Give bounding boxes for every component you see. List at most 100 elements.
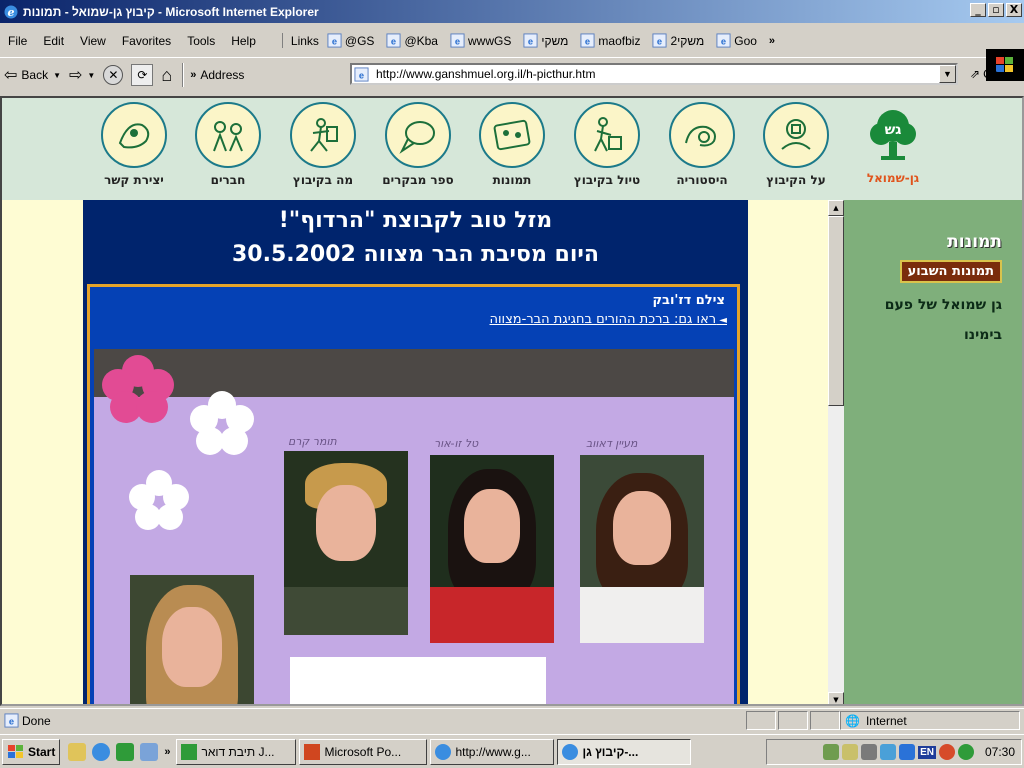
link-item[interactable]: e @GS xyxy=(327,33,374,48)
link-item[interactable]: e Goo xyxy=(716,33,757,48)
network-icon[interactable] xyxy=(823,744,840,760)
quick-launch-overflow[interactable]: » xyxy=(164,746,170,758)
nav-about[interactable]: על הקיבוץ xyxy=(760,102,832,187)
side-item-old-days[interactable]: גן שמואל של פעם xyxy=(844,297,1002,313)
site-navigation: יצירת קשר חברים מה בקיבוץ ספר מבקרים תמו… xyxy=(2,98,1022,200)
menu-tools[interactable]: Tools xyxy=(179,34,223,48)
links-bar: Links e @GS e @Kba e wwwGS e משקי e maofbiz e… xyxy=(281,33,785,48)
logo-caption: גן-שמואל xyxy=(866,171,920,185)
ie-page-icon: e xyxy=(716,33,731,48)
nav-contact[interactable]: יצירת קשר xyxy=(98,102,170,187)
see-also-link[interactable]: ◄ ראו גם: ברכת ההורים בחגיגת הבר-מצווה xyxy=(90,308,737,327)
link-item[interactable]: e משקי2 xyxy=(652,33,704,48)
link-item[interactable]: e maofbiz xyxy=(580,33,640,48)
nav-tour[interactable]: טיול בקיבוץ xyxy=(571,102,643,187)
scroll-up-button[interactable]: ▲ xyxy=(828,200,844,216)
svg-text:e: e xyxy=(721,36,726,46)
globe-icon: 🌐 xyxy=(845,713,860,728)
link-item[interactable]: e @Kba xyxy=(386,33,438,48)
close-button[interactable]: X xyxy=(1006,3,1022,17)
security-zone: 🌐 Internet xyxy=(840,711,1020,730)
nav-pictures[interactable]: תמונות xyxy=(476,102,548,187)
menu-view[interactable]: View xyxy=(72,34,114,48)
menu-file[interactable]: File xyxy=(0,34,35,48)
clock: 07:30 xyxy=(984,745,1015,759)
forward-button[interactable]: ⇨ ▼ xyxy=(69,65,95,85)
nav-guestbook[interactable]: ספר מבקרים xyxy=(382,102,454,187)
minimize-button[interactable]: _ xyxy=(970,3,986,17)
maximize-button[interactable]: ▫ xyxy=(988,3,1004,17)
task-mail[interactable]: תיבת דואר J... xyxy=(176,738,297,765)
windows-flag-icon xyxy=(8,744,23,758)
stop-button[interactable]: ✕ xyxy=(103,65,124,85)
toolbar-overflow-chevron[interactable]: » xyxy=(190,69,196,81)
outlook-express-icon[interactable] xyxy=(68,742,87,761)
task-browser-active[interactable]: קיבוץ גן-... xyxy=(557,738,692,765)
address-url[interactable]: http://www.ganshmuel.org.il/h-picthur.ht… xyxy=(376,67,595,81)
kid-photo xyxy=(284,451,408,635)
links-overflow-chevron[interactable]: » xyxy=(769,35,775,47)
task-powerpoint[interactable]: Microsoft Po... xyxy=(299,738,428,765)
volume-icon[interactable] xyxy=(842,744,859,760)
side-menu: תמונות תמונות השבוע גן שמואל של פעם בימי… xyxy=(844,200,1022,704)
photo-caption: מעיין דאווב xyxy=(586,437,638,450)
quick-launch: » xyxy=(68,742,176,761)
go-button[interactable]: ⇗ Go xyxy=(970,67,999,81)
vertical-scrollbar[interactable]: ▲ ▼ xyxy=(828,200,844,704)
chevron-down-icon: ▼ xyxy=(943,69,952,79)
photo-caption: טל זו-אור xyxy=(434,437,479,450)
desktop-icon[interactable] xyxy=(140,742,159,761)
people-doodle-icon xyxy=(195,102,261,168)
refresh-button[interactable]: ⟳ xyxy=(131,64,154,86)
nav-history[interactable]: היסטוריה xyxy=(666,102,738,187)
internet-explorer-icon[interactable] xyxy=(92,742,111,761)
kid-photo xyxy=(430,455,554,643)
display-icon[interactable] xyxy=(899,744,916,760)
messenger-tray-icon[interactable] xyxy=(938,744,955,760)
middle-margin xyxy=(748,200,828,704)
link-item[interactable]: e משקי xyxy=(523,33,568,48)
svg-text:e: e xyxy=(332,36,337,46)
window-title: קיבוץ גן-שמואל - תמונות - Microsoft Inte… xyxy=(23,4,319,19)
back-button[interactable]: ⇦ Back ▼ xyxy=(4,65,61,85)
svg-text:e: e xyxy=(528,36,533,46)
printer-icon[interactable] xyxy=(861,744,878,760)
flower-tray-icon[interactable] xyxy=(957,744,974,760)
site-logo[interactable]: גש גן-שמואל xyxy=(858,104,928,185)
nav-members[interactable]: חברים xyxy=(192,102,264,187)
side-item-weekly-photos[interactable]: תמונות השבוע xyxy=(899,260,1002,283)
scroll-down-button[interactable]: ▼ xyxy=(828,692,844,704)
task-browser-1[interactable]: http://www.g... xyxy=(430,738,555,765)
home-button[interactable]: ⌂ xyxy=(161,65,172,86)
start-button[interactable]: Start xyxy=(2,738,61,765)
language-indicator[interactable]: EN xyxy=(918,745,936,759)
status-panels xyxy=(746,711,842,730)
stop-icon: ✕ xyxy=(108,68,119,82)
side-section-title: תמונות xyxy=(947,232,1002,252)
side-item-nowadays[interactable]: בימינו xyxy=(844,327,1002,343)
svg-text:e: e xyxy=(455,36,460,46)
nav-happenings[interactable]: מה בקיבוץ xyxy=(287,102,359,187)
ie-icon: e xyxy=(4,5,18,19)
svg-text:e: e xyxy=(9,716,14,726)
snail-doodle-icon xyxy=(669,102,735,168)
menu-row: File Edit View Favorites Tools Help Link… xyxy=(0,24,1024,81)
taskbar: Start » תיבת דואר J... Microsoft Po... h… xyxy=(0,734,1024,768)
menu-edit[interactable]: Edit xyxy=(35,34,72,48)
scroll-thumb[interactable] xyxy=(828,216,844,406)
white-flower xyxy=(129,470,189,530)
address-dropdown-button[interactable]: ▼ xyxy=(939,65,956,83)
forward-arrow-icon: ⇨ xyxy=(69,67,83,84)
address-bar[interactable]: e http://www.ganshmuel.org.il/h-picthur.… xyxy=(350,63,958,85)
menu-help[interactable]: Help xyxy=(223,34,264,48)
status-text: e Done xyxy=(4,713,51,728)
photo-frame: צילם דז'ובק ◄ ראו גם: ברכת ההורים בחגיגת… xyxy=(87,284,740,704)
status-bar: e Done 🌐 Internet xyxy=(0,708,1024,732)
blank-card xyxy=(290,657,546,704)
sync-icon[interactable] xyxy=(880,744,897,760)
menu-favorites[interactable]: Favorites xyxy=(114,34,179,48)
toolbar-separator xyxy=(182,63,185,87)
messenger-icon[interactable] xyxy=(116,742,135,761)
link-item[interactable]: e wwwGS xyxy=(450,33,511,48)
phone-doodle-icon xyxy=(101,102,167,168)
